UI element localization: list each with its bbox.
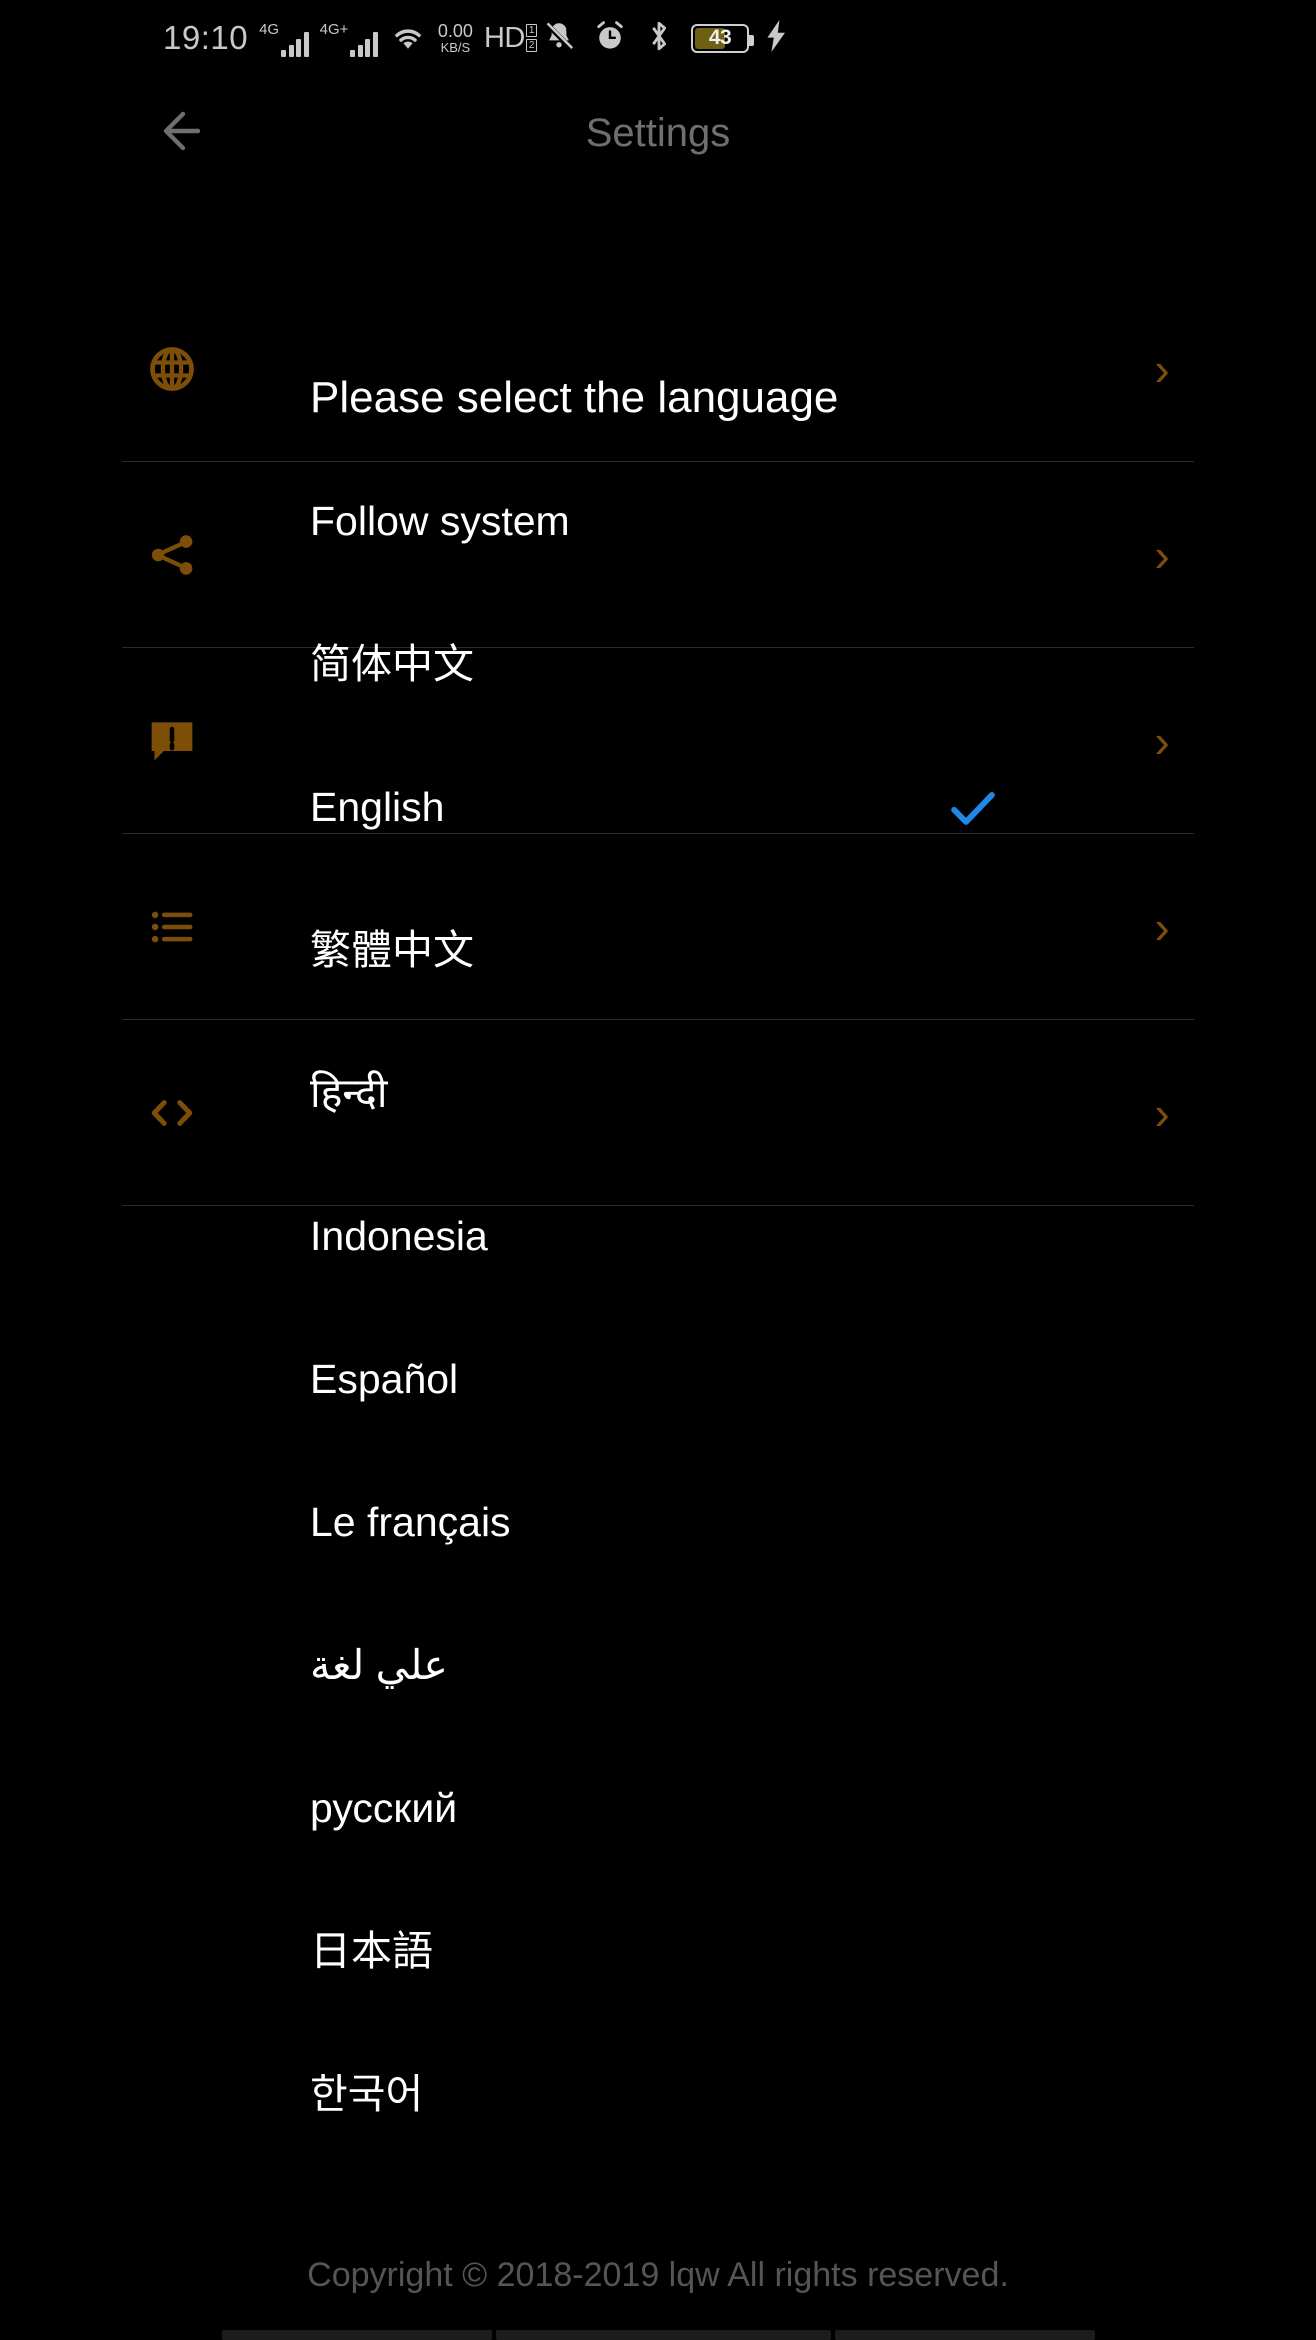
- language-label: Follow system: [310, 498, 570, 544]
- language-label: 日本語: [310, 1928, 433, 1974]
- language-label: русский: [310, 1785, 458, 1831]
- language-label: 繁體中文: [310, 927, 474, 973]
- nav-home-hint[interactable]: [495, 2330, 831, 2340]
- language-option-simplified-chinese[interactable]: 简体中文: [0, 593, 1316, 736]
- language-option-hindi[interactable]: हिन्दी: [0, 1022, 1316, 1165]
- copyright-text: Copyright © 2018-2019 lqw All rights res…: [307, 2256, 1009, 2294]
- language-option-traditional-chinese[interactable]: 繁體中文: [0, 879, 1316, 1022]
- check-icon: [946, 781, 1000, 835]
- language-label: Indonesia: [310, 1213, 488, 1259]
- language-dialog: Please select the language Follow system…: [0, 330, 1316, 2140]
- language-option-spanish[interactable]: Español: [0, 1308, 1316, 1451]
- phone-screen: 19:10 4G 4G+ 0.00 KB/S HD 1 2 43 Setting…: [0, 0, 1316, 2340]
- language-option-korean[interactable]: 한국어: [0, 2023, 1316, 2140]
- dialog-title: Please select the language: [310, 373, 839, 422]
- system-navigation-bar[interactable]: [0, 2312, 1316, 2340]
- language-option-arabic[interactable]: علي لغة: [0, 1594, 1316, 1737]
- nav-recents-hint[interactable]: [834, 2330, 1095, 2340]
- language-label: English: [310, 784, 445, 830]
- language-option-english[interactable]: English: [0, 736, 1316, 879]
- language-option-french[interactable]: Le français: [0, 1451, 1316, 1594]
- language-label: 한국어: [310, 2071, 424, 2117]
- language-label: Español: [310, 1356, 459, 1402]
- nav-back-hint[interactable]: [221, 2330, 492, 2340]
- language-option-follow-system[interactable]: Follow system: [0, 450, 1316, 593]
- language-label: हिन्दी: [310, 1070, 388, 1116]
- language-option-japanese[interactable]: 日本語: [0, 1880, 1316, 2023]
- language-option-russian[interactable]: русский: [0, 1737, 1316, 1880]
- language-label: علي لغة: [310, 1642, 448, 1688]
- language-list[interactable]: Follow system 简体中文 English 繁體中文 हिन्दी I…: [0, 450, 1316, 2140]
- language-label: Le français: [310, 1499, 511, 1545]
- language-label: 简体中文: [310, 641, 474, 687]
- language-option-indonesia[interactable]: Indonesia: [0, 1165, 1316, 1308]
